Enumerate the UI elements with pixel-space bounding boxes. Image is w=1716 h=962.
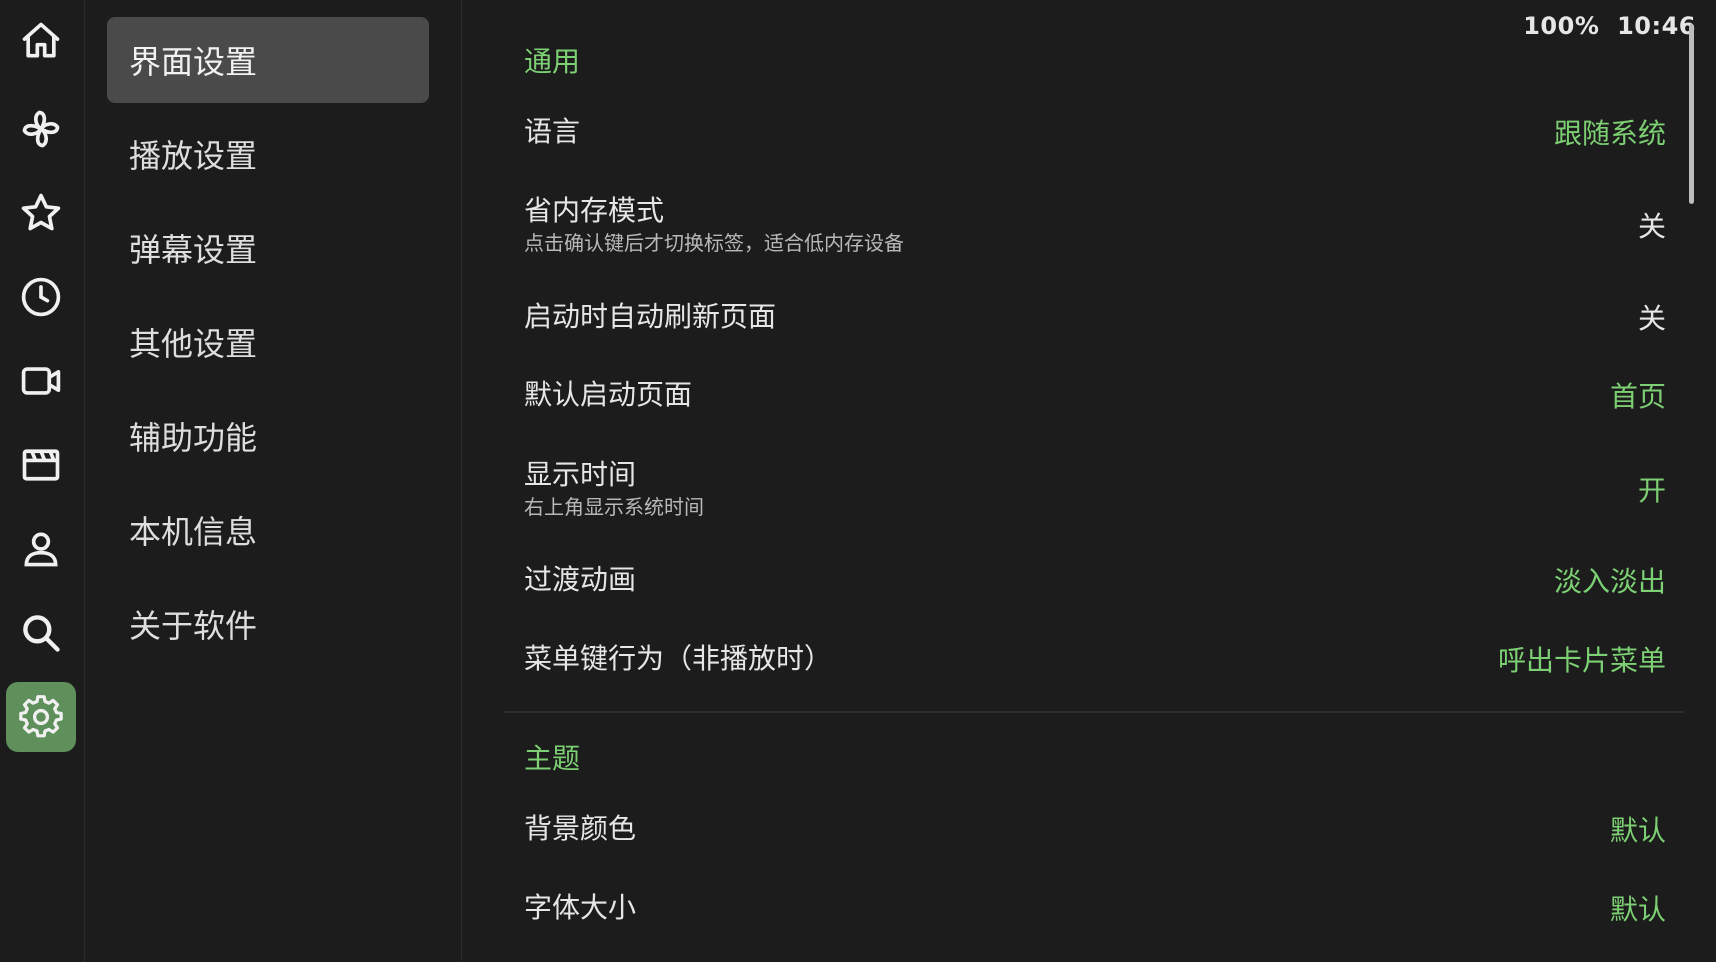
setting-title: 字体大小 — [524, 891, 637, 924]
section-divider — [504, 711, 1684, 713]
settings-list: 通用 语言 跟随系统 省内存模式 点击确认键后才切换标签，适合低内存设备 关 启… — [462, 0, 1684, 962]
setting-title: 启动时自动刷新页面 — [524, 300, 777, 333]
pinwheel-icon — [22, 110, 60, 148]
menu-item-interface[interactable]: 界面设置 — [107, 17, 429, 103]
setting-value: 跟随系统 — [1553, 117, 1666, 150]
setting-row-font-size[interactable]: 字体大小 默认 — [524, 886, 1666, 930]
nav-rail — [0, 0, 85, 962]
rail-profile[interactable] — [6, 514, 76, 584]
menu-item-accessibility[interactable]: 辅助功能 — [107, 393, 429, 479]
section-title-theme: 主题 — [524, 742, 581, 775]
setting-value: 关 — [1637, 210, 1666, 243]
setting-row-language[interactable]: 语言 跟随系统 — [524, 110, 1666, 154]
video-camera-icon — [21, 367, 61, 395]
rail-live[interactable] — [6, 346, 76, 416]
setting-title: 默认启动页面 — [524, 378, 693, 411]
clock-icon — [21, 277, 61, 317]
setting-row-memory-saving[interactable]: 省内存模式 点击确认键后才切换标签，适合低内存设备 关 — [524, 190, 1666, 260]
home-icon — [22, 22, 60, 58]
menu-item-label: 本机信息 — [129, 513, 258, 551]
gear-icon — [19, 695, 63, 738]
rail-search[interactable] — [6, 598, 76, 668]
menu-item-other[interactable]: 其他设置 — [107, 299, 429, 385]
setting-row-default-page[interactable]: 默认启动页面 首页 — [524, 373, 1666, 417]
rail-home[interactable] — [6, 6, 76, 76]
setting-row-transition[interactable]: 过渡动画 淡入淡出 — [524, 558, 1666, 602]
setting-value: 首页 — [1609, 380, 1666, 413]
setting-subtitle: 点击确认键后才切换标签，适合低内存设备 — [524, 231, 904, 255]
setting-value: 关 — [1637, 302, 1666, 335]
setting-subtitle: 右上角显示系统时间 — [524, 495, 704, 519]
settings-screen: 100% 10:46 界面设置 播放设置 弹幕设置 其他设置 辅助功能 本机信息… — [0, 0, 1716, 962]
menu-item-danmaku[interactable]: 弹幕设置 — [107, 205, 429, 291]
setting-value: 开 — [1637, 474, 1666, 507]
rail-history[interactable] — [6, 262, 76, 332]
setting-row-menu-key[interactable]: 菜单键行为（非播放时） 呼出卡片菜单 — [524, 637, 1666, 681]
menu-item-label: 弹幕设置 — [129, 231, 258, 269]
rail-explore[interactable] — [6, 94, 76, 164]
setting-value: 呼出卡片菜单 — [1497, 644, 1666, 677]
setting-title: 语言 — [524, 115, 581, 148]
setting-title: 省内存模式 — [524, 194, 665, 227]
setting-value: 默认 — [1609, 814, 1666, 847]
setting-row-auto-refresh[interactable]: 启动时自动刷新页面 关 — [524, 295, 1666, 339]
menu-item-label: 播放设置 — [129, 137, 258, 175]
setting-title: 背景颜色 — [524, 812, 637, 845]
menu-item-label: 关于软件 — [129, 607, 258, 645]
setting-value: 默认 — [1609, 893, 1666, 926]
menu-item-label: 其他设置 — [129, 325, 258, 363]
menu-item-about[interactable]: 关于软件 — [107, 581, 429, 667]
menu-item-label: 辅助功能 — [129, 419, 258, 457]
star-icon — [21, 193, 61, 231]
setting-title: 菜单键行为（非播放时） — [524, 642, 833, 675]
clapperboard-icon — [22, 449, 60, 481]
rail-settings[interactable] — [6, 682, 76, 752]
search-icon — [23, 615, 60, 652]
scrollbar[interactable] — [1689, 24, 1694, 204]
rail-movies[interactable] — [6, 430, 76, 500]
setting-title: 显示时间 — [524, 458, 637, 491]
menu-item-label: 界面设置 — [129, 43, 258, 81]
settings-category-menu: 界面设置 播放设置 弹幕设置 其他设置 辅助功能 本机信息 关于软件 — [85, 0, 462, 962]
user-icon — [24, 532, 58, 567]
setting-value: 淡入淡出 — [1553, 565, 1666, 598]
menu-item-playback[interactable]: 播放设置 — [107, 111, 429, 197]
section-title-general: 通用 — [524, 45, 581, 78]
menu-item-device-info[interactable]: 本机信息 — [107, 487, 429, 573]
setting-row-show-time[interactable]: 显示时间 右上角显示系统时间 开 — [524, 454, 1666, 524]
setting-title: 过渡动画 — [524, 563, 637, 596]
setting-row-background-color[interactable]: 背景颜色 默认 — [524, 807, 1666, 851]
rail-favorites[interactable] — [6, 178, 76, 248]
